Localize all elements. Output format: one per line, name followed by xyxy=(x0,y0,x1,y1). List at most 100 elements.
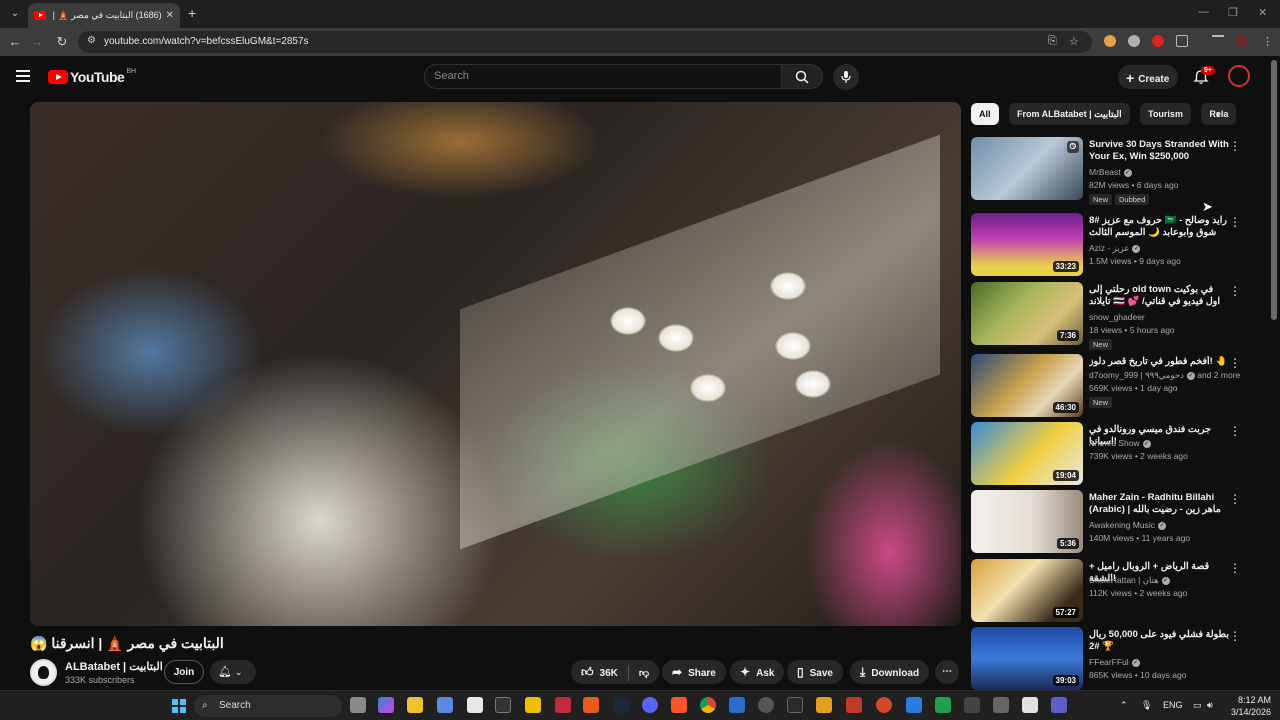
account-avatar[interactable] xyxy=(1228,65,1250,87)
hamburger-menu-icon[interactable] xyxy=(16,70,30,85)
more-vertical-icon[interactable]: ⋮ xyxy=(1229,356,1241,370)
app-icon[interactable] xyxy=(583,697,599,713)
recommendation-title[interactable]: بطولة فشلي فيود على 50,000 ريال #2 🏆 xyxy=(1089,629,1229,653)
extensions-puzzle-icon[interactable] xyxy=(1176,35,1188,47)
steam-icon[interactable] xyxy=(613,697,629,713)
thumbs-down-icon[interactable]: 👎︎ xyxy=(639,668,649,679)
channel-avatar[interactable] xyxy=(30,659,57,686)
teams-icon[interactable] xyxy=(1051,697,1067,713)
rockstar-icon[interactable] xyxy=(525,697,541,713)
adobe-icon[interactable] xyxy=(555,697,571,713)
share-button[interactable]: ➦ Share xyxy=(662,660,726,684)
browser-tab[interactable]: (1686) البتابيت في مصر 🛕 | ال... ✕ xyxy=(28,3,180,28)
app-icon[interactable] xyxy=(876,697,892,713)
app-icon[interactable] xyxy=(935,697,951,713)
recommendation-item[interactable]: 57:27 قصة الرياض + الروبال راميل + الشقة… xyxy=(971,559,1251,623)
save-button[interactable]: ▯ Save xyxy=(787,660,843,684)
address-bar[interactable]: ⚙ youtube.com/watch?v=befcssEluGM&t=2857… xyxy=(78,31,1092,53)
network-icon[interactable]: ▭ xyxy=(1193,700,1202,711)
video-player[interactable] xyxy=(30,102,961,626)
video-thumbnail[interactable]: 5:36 xyxy=(971,490,1083,553)
app-icon[interactable] xyxy=(729,697,745,713)
video-thumbnail[interactable]: 7:36 xyxy=(971,282,1083,345)
obs-icon[interactable] xyxy=(758,697,774,713)
shield-extension-icon[interactable] xyxy=(1128,35,1140,47)
recommendation-item[interactable]: 7:36 رحلتي إلى old town في بوكيت تايلاند… xyxy=(971,282,1251,350)
reload-icon[interactable]: ↻ xyxy=(53,33,71,51)
tab-groups-icon[interactable] xyxy=(1212,35,1224,47)
taskbar-clock[interactable]: 8:12 AM 3/14/2026 xyxy=(1227,694,1271,718)
video-thumbnail[interactable]: 46:30 xyxy=(971,354,1083,417)
discord-icon[interactable] xyxy=(642,697,658,713)
task-view-icon[interactable] xyxy=(350,697,366,713)
recommendation-item[interactable]: 19:04 جربت فندق ميسي ورونالدو في اسبانيا… xyxy=(971,422,1251,486)
windows-start-icon[interactable] xyxy=(172,699,186,713)
maximize-icon[interactable]: ❐ xyxy=(1228,6,1238,19)
tray-overflow-icon[interactable]: ⌃ xyxy=(1120,700,1128,711)
page-scrollbar[interactable] xyxy=(1271,60,1277,320)
back-icon[interactable]: ← xyxy=(6,33,24,51)
bookmark-star-icon[interactable]: ☆ xyxy=(1069,35,1079,48)
app-icon[interactable] xyxy=(467,697,483,713)
subscription-notifications-button[interactable]: 🔔︎ ⌄ xyxy=(210,660,256,684)
chrome-icon[interactable] xyxy=(700,697,716,713)
download-button[interactable]: ⤓ Download xyxy=(850,660,930,684)
youtube-logo[interactable]: YouTube BH xyxy=(48,68,136,85)
app-icon[interactable] xyxy=(993,697,1009,713)
more-vertical-icon[interactable]: ⋮ xyxy=(1229,284,1241,298)
file-explorer-icon[interactable] xyxy=(407,697,423,713)
app-icon[interactable] xyxy=(1022,697,1038,713)
more-vertical-icon[interactable]: ⋮ xyxy=(1229,561,1241,575)
settings-icon[interactable] xyxy=(437,697,453,713)
ask-button[interactable]: ✦ Ask xyxy=(730,660,785,684)
video-thumbnail[interactable]: 🕓︎ xyxy=(971,137,1083,200)
search-input[interactable]: Search xyxy=(424,64,782,89)
more-vertical-icon[interactable]: ⋮ xyxy=(1229,629,1241,643)
search-button[interactable] xyxy=(781,64,823,89)
chip-all[interactable]: All xyxy=(971,103,999,125)
forward-icon[interactable]: → xyxy=(28,33,46,51)
more-actions-button[interactable]: ⋯ xyxy=(935,660,959,684)
red-extension-icon[interactable] xyxy=(1152,35,1164,47)
like-count[interactable]: 36K xyxy=(600,668,618,679)
more-vertical-icon[interactable]: ⋮ xyxy=(1229,139,1241,153)
recommendation-title[interactable]: رحلتي إلى old town في بوكيت تايلاند 🇹🇭 💕… xyxy=(1089,284,1229,308)
close-window-icon[interactable]: ✕ xyxy=(1258,6,1267,19)
recommendation-title[interactable]: أفخم فطور في تاريخ قصر دلوز! 🤚 xyxy=(1089,356,1229,368)
app-icon[interactable] xyxy=(787,697,803,713)
recommendation-item[interactable]: 46:30 أفخم فطور في تاريخ قصر دلوز! 🤚 d7o… xyxy=(971,354,1251,418)
site-info-icon[interactable]: ⚙ xyxy=(87,35,96,46)
taskbar-search[interactable]: ⌕ Search xyxy=(194,695,342,717)
app-icon[interactable] xyxy=(964,697,980,713)
extension-icon[interactable] xyxy=(1104,35,1116,47)
epic-games-icon[interactable] xyxy=(495,697,511,713)
tab-close-icon[interactable]: ✕ xyxy=(166,10,174,21)
more-vertical-icon[interactable]: ⋮ xyxy=(1229,492,1241,506)
language-indicator[interactable]: ENG xyxy=(1163,700,1183,710)
recommendation-item[interactable]: 🕓︎ Survive 30 Days Stranded With Your Ex… xyxy=(971,137,1251,205)
watch-later-icon[interactable]: 🕓︎ xyxy=(1066,141,1079,153)
recommendation-title[interactable]: حروف مع عزيز #8 🇸🇦 رايد وصالح - شوق وابو… xyxy=(1089,215,1229,239)
copilot-icon[interactable] xyxy=(378,697,394,713)
recommendation-title[interactable]: Maher Zain - Radhitu Billahi (Arabic) | … xyxy=(1089,492,1229,516)
video-thumbnail[interactable]: 33:23 xyxy=(971,213,1083,276)
chevron-right-icon[interactable]: › xyxy=(1216,107,1220,121)
profile-avatar-icon[interactable] xyxy=(1236,35,1248,47)
microphone-tray-icon[interactable]: 🎙︎ xyxy=(1141,700,1152,711)
recommendation-item[interactable]: 33:23 حروف مع عزيز #8 🇸🇦 رايد وصالح - شو… xyxy=(971,213,1251,277)
thumbs-up-icon[interactable]: 👍︎ xyxy=(581,665,594,679)
brave-icon[interactable] xyxy=(671,697,687,713)
video-thumbnail[interactable]: 39:03 xyxy=(971,627,1083,690)
video-thumbnail[interactable]: 19:04 xyxy=(971,422,1083,485)
install-app-icon[interactable]: ⎘ xyxy=(1048,35,1057,48)
chip-from-channel[interactable]: From ALBatabet | البتابيت xyxy=(1008,103,1130,125)
more-vertical-icon[interactable]: ⋮ xyxy=(1229,215,1241,229)
volume-icon[interactable]: 🔊︎ xyxy=(1207,700,1213,711)
video-thumbnail[interactable]: 57:27 xyxy=(971,559,1083,622)
voice-search-button[interactable] xyxy=(833,64,859,90)
app-icon[interactable] xyxy=(906,697,922,713)
chrome-menu-icon[interactable]: ⋮ xyxy=(1262,35,1273,48)
create-button[interactable]: + Create xyxy=(1118,65,1178,89)
channel-name[interactable]: ALBatabet | البتابيت xyxy=(65,660,163,673)
app-icon[interactable] xyxy=(846,697,862,713)
